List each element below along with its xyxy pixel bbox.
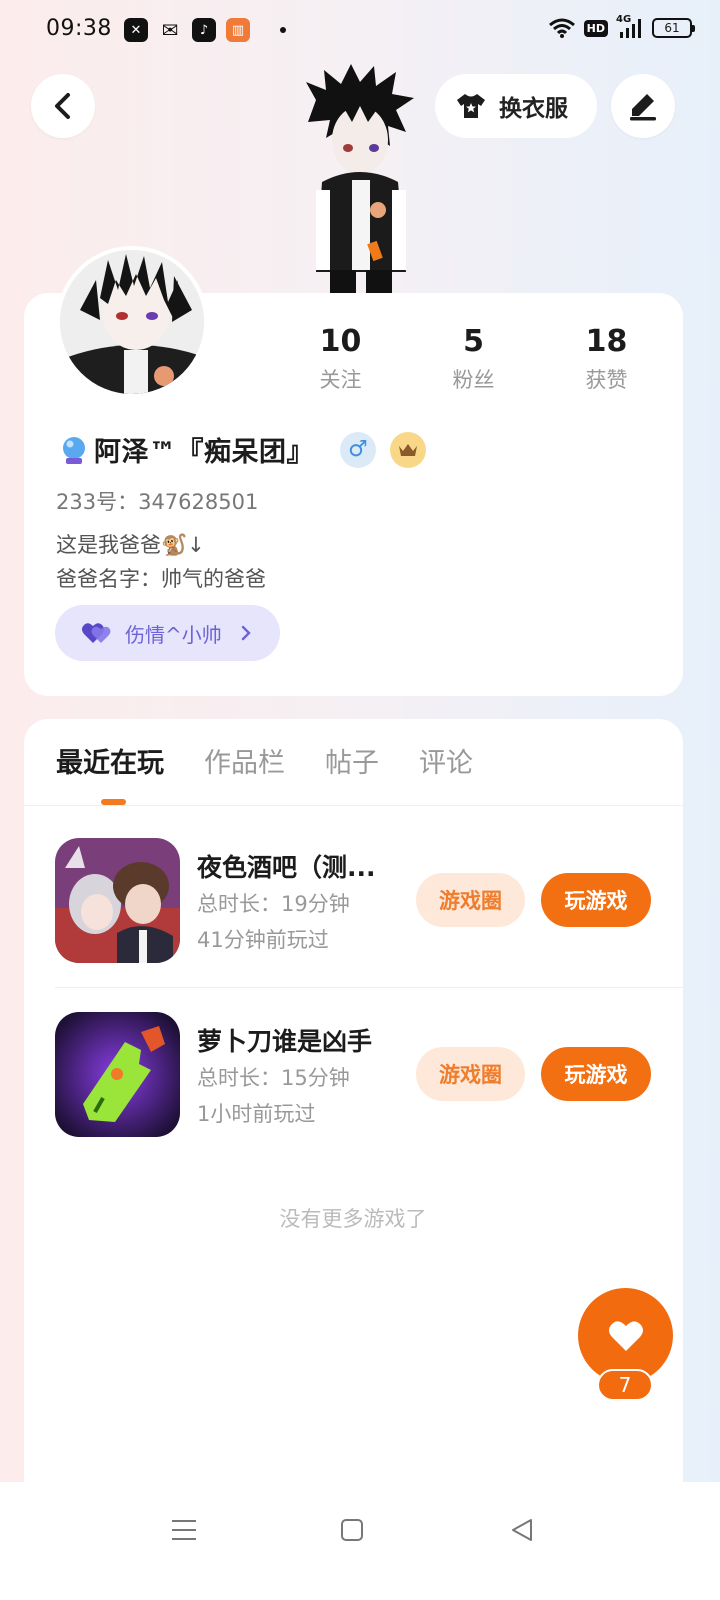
crystal-ball-icon xyxy=(63,436,85,464)
stat-value: 5 xyxy=(463,324,484,359)
stat-label: 粉丝 xyxy=(452,368,495,392)
menu-icon xyxy=(172,1520,196,1540)
game-list-item[interactable]: 萝卜刀谁是凶手 总时长：15分钟 1小时前玩过 游戏圈 玩游戏 xyxy=(0,1012,720,1140)
game-list-item[interactable]: 夜色酒吧（测... 总时长：19分钟 41分钟前玩过 游戏圈 玩游戏 xyxy=(0,838,720,966)
avatar[interactable] xyxy=(56,246,208,398)
change-outfit-label: 换衣服 xyxy=(499,96,568,122)
status-bar: 09:38 ✕ ✉ ♪ ▥ HD 4G 61 xyxy=(0,0,720,64)
battery-icon: 61 xyxy=(652,18,695,38)
game-duration: 总时长：15分钟 xyxy=(197,1066,350,1090)
user-bio: 这是我爸爸🐒↓ 爸爸名字：帅气的爸爸 xyxy=(56,528,266,596)
tab-posts[interactable]: 帖子 xyxy=(325,745,379,783)
square-icon xyxy=(341,1519,363,1541)
tshirt-icon xyxy=(457,94,485,118)
signal-icon: 4G xyxy=(616,14,644,40)
pen-icon xyxy=(630,94,656,121)
back-button[interactable] xyxy=(31,74,95,138)
tab-works[interactable]: 作品栏 xyxy=(204,745,285,783)
game-title: 夜色酒吧（测... xyxy=(197,853,376,882)
tab-comments[interactable]: 评论 xyxy=(419,745,473,783)
user-id: 233号：347628501 xyxy=(56,490,259,514)
heart-icon xyxy=(608,1320,643,1351)
avatar-character-figure[interactable] xyxy=(296,62,426,296)
group-label: 伤情^小帅 xyxy=(125,622,222,647)
stat-value: 18 xyxy=(585,324,628,359)
like-count-badge: 7 xyxy=(597,1369,653,1401)
game-circle-button[interactable]: 游戏圈 xyxy=(416,1047,525,1101)
chevron-left-icon xyxy=(55,93,70,119)
group-badge-button[interactable]: 伤情^小帅 xyxy=(55,605,280,661)
status-indicators: HD 4G 61 xyxy=(548,14,695,40)
stat-label: 关注 xyxy=(319,368,362,392)
profile-stats: 10 关注 5 粉丝 18 获赞 xyxy=(274,322,674,394)
home-nav-button[interactable] xyxy=(328,1506,376,1554)
back-nav-button[interactable] xyxy=(498,1506,546,1554)
hd-badge: HD xyxy=(583,19,608,37)
game-last-played: 1小时前玩过 xyxy=(197,1102,316,1126)
tiktok-icon: ♪ xyxy=(192,18,216,42)
crown-icon[interactable] xyxy=(390,431,426,468)
game-last-played: 41分钟前玩过 xyxy=(197,928,329,952)
male-icon: ♂ xyxy=(340,431,376,468)
play-game-button[interactable]: 玩游戏 xyxy=(541,873,651,927)
notification-dot xyxy=(280,27,286,33)
edit-profile-button[interactable] xyxy=(611,74,675,138)
game-duration: 总时长：19分钟 xyxy=(197,892,350,916)
bio-line: 爸爸名字：帅气的爸爸 xyxy=(56,567,266,591)
wechat-icon: ✉ xyxy=(161,18,179,42)
status-time: 09:38 xyxy=(46,16,112,41)
stat-following[interactable]: 10 关注 xyxy=(274,322,407,394)
capcut-icon: ✕ xyxy=(124,18,148,42)
stat-value: 10 xyxy=(319,324,362,359)
system-nav-bar xyxy=(0,1482,720,1600)
change-outfit-button[interactable]: 换衣服 xyxy=(435,74,597,138)
menu-nav-button[interactable] xyxy=(160,1506,208,1554)
name-row: 阿泽™『痴呆团』 ♂ xyxy=(58,430,426,469)
game-icon[interactable] xyxy=(55,838,180,963)
book-icon: ▥ xyxy=(226,18,250,42)
profile-tabs: 最近在玩 作品栏 帖子 评论 xyxy=(56,745,473,783)
stat-followers[interactable]: 5 粉丝 xyxy=(407,322,540,394)
tabs-divider xyxy=(24,805,683,806)
user-name: 阿泽™『痴呆团』 xyxy=(94,437,314,468)
stat-likes[interactable]: 18 获赞 xyxy=(540,322,673,394)
bio-line: 这是我爸爸🐒↓ xyxy=(56,533,205,557)
game-circle-button[interactable]: 游戏圈 xyxy=(416,873,525,927)
double-heart-icon xyxy=(82,623,111,643)
row-divider xyxy=(55,987,683,988)
game-icon[interactable] xyxy=(55,1012,180,1137)
status-app-icons: ✕ ✉ ♪ ▥ xyxy=(124,18,286,42)
game-title: 萝卜刀谁是凶手 xyxy=(197,1027,373,1056)
no-more-games-text: 没有更多游戏了 xyxy=(279,1207,427,1231)
wifi-icon xyxy=(548,18,575,38)
triangle-back-icon xyxy=(512,1519,532,1541)
stat-label: 获赞 xyxy=(585,368,628,392)
tab-recent-played[interactable]: 最近在玩 xyxy=(56,745,164,783)
play-game-button[interactable]: 玩游戏 xyxy=(541,1047,651,1101)
chevron-right-icon xyxy=(241,625,251,641)
